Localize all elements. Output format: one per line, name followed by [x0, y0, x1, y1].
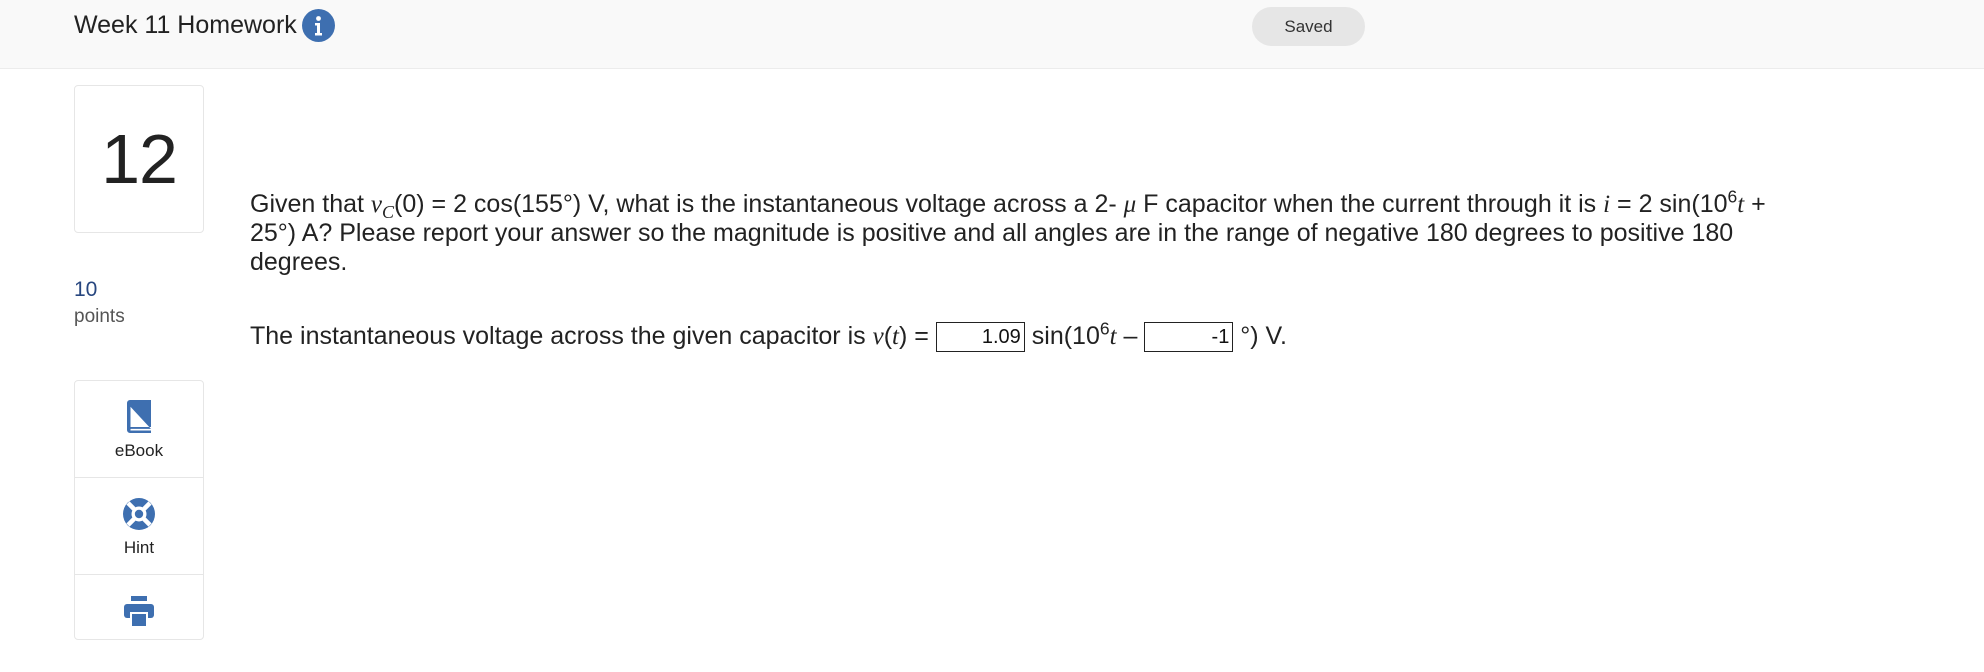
points-label: points: [74, 306, 125, 327]
print-button[interactable]: [75, 575, 203, 672]
amplitude-answer-input[interactable]: 1.09: [935, 322, 1025, 353]
hint-label: Hint: [123, 538, 155, 557]
book-icon: [125, 399, 153, 435]
phase-answer-input[interactable]: -1: [1144, 322, 1234, 353]
lifebuoy-icon: [122, 496, 156, 532]
question-prompt: Given that vC(0) = 2 cos(155°) V, what i…: [250, 186, 1766, 276]
points-value: 10: [74, 278, 98, 301]
top-bar: Week 11 Homework Saved: [0, 0, 1984, 69]
saved-status-badge: Saved: [1252, 7, 1365, 46]
question-number-box: 12: [74, 85, 204, 233]
assignment-title: Week 11 Homework: [74, 11, 297, 39]
question-number: 12: [101, 120, 178, 198]
info-icon[interactable]: [302, 9, 335, 42]
ebook-label: eBook: [114, 441, 164, 460]
answer-statement: The instantaneous voltage across the giv…: [250, 320, 1287, 353]
info-glyph: [315, 16, 322, 36]
print-icon: [122, 593, 156, 629]
tools-panel: eBook Hint: [74, 380, 204, 640]
ebook-button[interactable]: eBook: [75, 381, 203, 478]
hint-button[interactable]: Hint: [75, 478, 203, 575]
